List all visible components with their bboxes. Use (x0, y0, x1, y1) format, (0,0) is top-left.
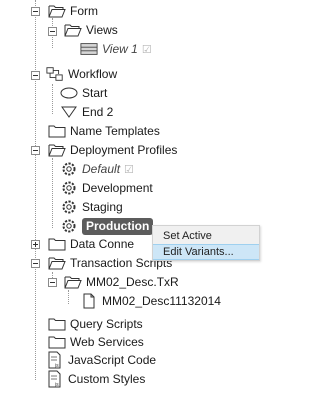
tree-node-default[interactable]: Default ☑ (60, 160, 134, 178)
active-check-icon: ☑ (124, 163, 134, 176)
tree-node-staging[interactable]: Staging (60, 198, 123, 216)
tree-label: Name Templates (70, 124, 160, 138)
tree-node-data-connections[interactable]: Data Conne (48, 235, 134, 253)
folder-icon (48, 236, 66, 252)
tree-label: End 2 (82, 105, 114, 119)
triangle-end-icon (60, 104, 78, 120)
tree-label: Query Scripts (70, 317, 143, 331)
tree-label: Workflow (68, 67, 118, 81)
collapse-toggle[interactable] (31, 7, 40, 16)
tree-label: JavaScript Code (68, 353, 157, 367)
tree-connector (68, 290, 69, 304)
tree-connector (52, 84, 53, 114)
tree-node-web-services[interactable]: Web Services (48, 333, 144, 351)
tree-node-production[interactable]: Production (60, 217, 154, 235)
file-icon (80, 293, 98, 309)
tree-label: Default (82, 162, 121, 176)
collapse-toggle[interactable] (48, 278, 57, 287)
tree-label: Data Conne (70, 237, 135, 251)
tree-label: MM02_Desc.TxR (86, 275, 179, 289)
tree-node-deployment-profiles[interactable]: Deployment Profiles (48, 141, 177, 159)
folder-icon (48, 334, 66, 350)
tree-node-query-scripts[interactable]: Query Scripts (48, 315, 143, 333)
gear-icon (60, 199, 78, 215)
tree-node-development[interactable]: Development (60, 179, 153, 197)
tree-label-selected: Production (82, 217, 154, 235)
tree-label: MM02_Desc11132014 (102, 294, 221, 308)
tree-label: Start (82, 86, 108, 100)
tree-connector (52, 158, 53, 228)
folder-icon (48, 316, 66, 332)
collapse-toggle[interactable] (31, 71, 40, 80)
folder-open-icon (48, 142, 66, 158)
tree-node-mm02-desc-file[interactable]: MM02_Desc11132014 (80, 292, 221, 310)
tree-node-form[interactable]: Form (48, 2, 98, 20)
tree-label: Deployment Profiles (70, 143, 178, 157)
tree-node-view1[interactable]: View 1 ☑ (80, 40, 152, 58)
folder-open-icon (48, 3, 66, 19)
tree-node-end2[interactable]: End 2 (60, 103, 113, 121)
collapse-toggle[interactable] (31, 146, 40, 155)
menu-item-edit-variants[interactable]: Edit Variants... (153, 244, 259, 260)
folder-open-icon (64, 274, 82, 290)
tree-node-mm02-desc-txr[interactable]: MM02_Desc.TxR (64, 273, 179, 291)
tree-label: Web Services (70, 335, 144, 349)
tree-node-javascript-code[interactable]: js JavaScript Code (46, 351, 156, 369)
gear-icon (60, 161, 78, 177)
expand-toggle[interactable] (31, 240, 40, 249)
tree-label: View 1 (102, 42, 138, 56)
folder-open-icon (48, 255, 66, 271)
view-table-icon (80, 41, 98, 57)
gear-icon (60, 180, 78, 196)
tree-node-name-templates[interactable]: Name Templates (48, 122, 160, 140)
gear-icon (60, 218, 78, 234)
svg-text:js: js (54, 382, 59, 388)
active-check-icon: ☑ (141, 43, 152, 56)
js-file-icon: js (46, 370, 64, 388)
folder-open-icon (64, 22, 82, 38)
tree-label: Staging (82, 200, 123, 214)
workflow-icon (46, 66, 64, 82)
context-menu: Set Active Edit Variants... (152, 225, 260, 261)
menu-item-set-active[interactable]: Set Active (153, 228, 259, 244)
svg-text:js: js (54, 363, 59, 369)
tree-label: Development (82, 181, 153, 195)
tree-label: Form (70, 4, 98, 18)
ellipse-start-icon (60, 85, 78, 101)
tree-node-views[interactable]: Views (64, 21, 118, 39)
tree-node-workflow[interactable]: Workflow (46, 65, 117, 83)
folder-icon (48, 123, 66, 139)
js-file-icon: js (46, 351, 64, 369)
tree-connector (35, 0, 36, 380)
tree-node-start[interactable]: Start (60, 84, 107, 102)
tree-label: Views (86, 23, 118, 37)
tree-label: Custom Styles (68, 372, 146, 386)
collapse-toggle[interactable] (31, 259, 40, 268)
collapse-toggle[interactable] (48, 27, 57, 36)
tree-node-custom-styles[interactable]: js Custom Styles (46, 370, 145, 388)
